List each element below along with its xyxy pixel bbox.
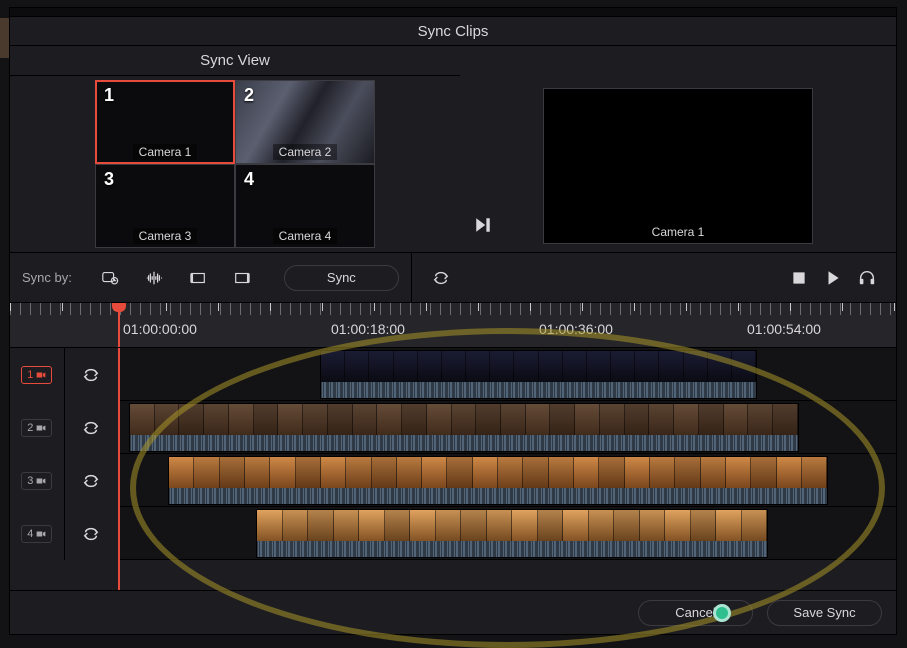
camera-angle-4[interactable]: 4 Camera 4 bbox=[235, 164, 375, 248]
camera-label: Camera 3 bbox=[133, 228, 198, 244]
camera-number: 3 bbox=[104, 169, 114, 190]
track-camera-button-1[interactable]: 1 bbox=[21, 366, 52, 384]
sync-view-title: Sync View bbox=[10, 46, 460, 76]
sync-button[interactable]: Sync bbox=[284, 265, 399, 291]
left-margin-thumbs bbox=[0, 18, 9, 148]
track-sync-button[interactable] bbox=[65, 401, 120, 454]
camera-angle-1[interactable]: 1 Camera 1 bbox=[95, 80, 235, 164]
clip-thumbnails bbox=[257, 510, 767, 541]
playhead-line bbox=[118, 348, 120, 590]
track-lane[interactable] bbox=[120, 454, 896, 507]
track-sync-button[interactable] bbox=[65, 454, 120, 507]
loop-button[interactable] bbox=[424, 253, 458, 303]
top-strip bbox=[10, 8, 896, 17]
track-header: 2 bbox=[10, 401, 120, 454]
track-header: 1 bbox=[10, 348, 120, 401]
sync-by-label: Sync by: bbox=[22, 270, 72, 285]
dialog-footer: Cancel Save Sync bbox=[10, 590, 896, 634]
dialog-titlebar: Sync Clips bbox=[10, 17, 896, 46]
timecode-label: 01:00:36:00 bbox=[539, 321, 613, 337]
track-row: 4 bbox=[10, 507, 896, 560]
clip-thumbnails bbox=[130, 404, 798, 435]
sync-view-grid: 1 Camera 1 2 Camera 2 3 Camera 3 4 Camera 4 bbox=[10, 76, 460, 252]
track-sync-button[interactable] bbox=[65, 507, 120, 560]
camera-label: Camera 4 bbox=[273, 228, 338, 244]
playhead[interactable] bbox=[118, 303, 120, 347]
camera-angle-3[interactable]: 3 Camera 3 bbox=[95, 164, 235, 248]
track-camera-button-4[interactable]: 4 bbox=[21, 525, 52, 543]
sync-by-audio-button[interactable] bbox=[132, 253, 176, 303]
track-lane[interactable] bbox=[120, 401, 896, 454]
dialog-title: Sync Clips bbox=[418, 23, 489, 40]
track-camera-button-3[interactable]: 3 bbox=[21, 472, 52, 490]
headphones-button[interactable] bbox=[850, 253, 884, 303]
preview-frame[interactable]: Camera 1 bbox=[543, 88, 813, 244]
clip-waveform bbox=[321, 382, 756, 398]
track-lane[interactable] bbox=[120, 507, 896, 560]
tracks-area: 1 2 3 4 bbox=[10, 348, 896, 590]
sync-view-panel: Sync View 1 Camera 1 2 Camera 2 3 Camera 3 4 Ca… bbox=[10, 46, 460, 252]
camera-angle-2[interactable]: 2 Camera 2 bbox=[235, 80, 375, 164]
clip[interactable] bbox=[168, 456, 828, 505]
sync-by-timecode-button[interactable] bbox=[88, 253, 132, 303]
timecode-label: 01:00:18:00 bbox=[331, 321, 405, 337]
timecode-label: 01:00:54:00 bbox=[747, 321, 821, 337]
clip[interactable] bbox=[129, 403, 799, 452]
stop-button[interactable] bbox=[782, 253, 816, 303]
track-row: 2 bbox=[10, 401, 896, 454]
track-camera-button-2[interactable]: 2 bbox=[21, 419, 52, 437]
timeline-ruler[interactable]: 01:00:00:00 01:00:18:00 01:00:36:00 01:00:5… bbox=[10, 303, 896, 348]
camera-number: 4 bbox=[244, 169, 254, 190]
camera-label: Camera 1 bbox=[133, 144, 198, 160]
sync-by-out-point-button[interactable] bbox=[220, 253, 264, 303]
track-header: 3 bbox=[10, 454, 120, 507]
track-row: 1 bbox=[10, 348, 896, 401]
clip-thumbnails bbox=[169, 457, 827, 488]
clip[interactable] bbox=[320, 350, 757, 399]
toolbar: Sync by: Sync bbox=[10, 253, 896, 303]
clip[interactable] bbox=[256, 509, 768, 558]
play-button[interactable] bbox=[816, 253, 850, 303]
timecode-label: 01:00:00:00 bbox=[123, 321, 197, 337]
clip-thumbnails bbox=[321, 351, 756, 382]
save-sync-button[interactable]: Save Sync bbox=[767, 600, 882, 626]
clip-waveform bbox=[169, 488, 827, 504]
camera-number: 1 bbox=[104, 85, 114, 106]
cursor-indicator bbox=[713, 604, 731, 622]
clip-waveform bbox=[257, 541, 767, 557]
upper-panel: Sync View 1 Camera 1 2 Camera 2 3 Camera 3 4 Ca… bbox=[10, 46, 896, 253]
cancel-button[interactable]: Cancel bbox=[638, 600, 753, 626]
preview-label: Camera 1 bbox=[544, 225, 812, 239]
track-sync-button[interactable] bbox=[65, 348, 120, 401]
sync-clips-dialog: Sync Clips Sync View 1 Camera 1 2 Camera 2 3… bbox=[9, 7, 897, 635]
track-lane[interactable] bbox=[120, 348, 896, 401]
camera-label: Camera 2 bbox=[273, 144, 338, 160]
track-header: 4 bbox=[10, 507, 120, 560]
preview-panel: Camera 1 bbox=[460, 46, 896, 252]
camera-number: 2 bbox=[244, 85, 254, 106]
next-frame-button[interactable] bbox=[474, 216, 492, 237]
sync-by-in-point-button[interactable] bbox=[176, 253, 220, 303]
track-row: 3 bbox=[10, 454, 896, 507]
clip-waveform bbox=[130, 435, 798, 451]
